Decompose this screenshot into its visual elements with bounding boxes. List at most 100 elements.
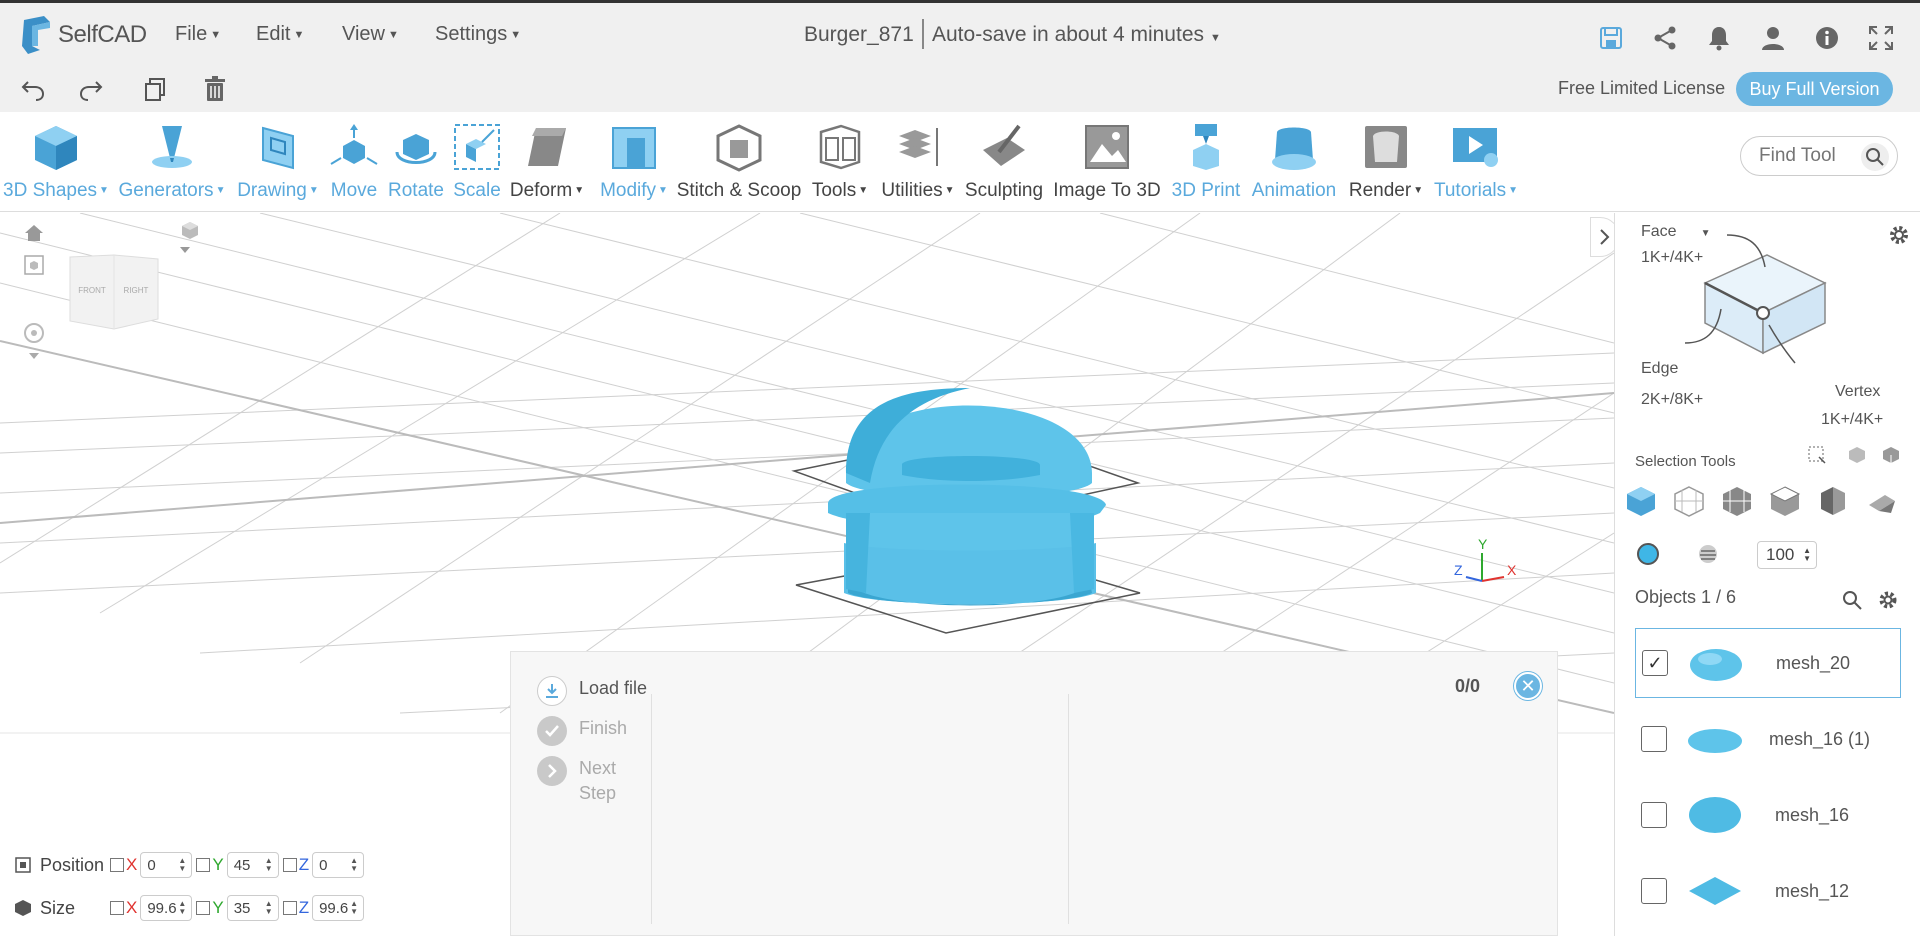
tool-sculpting[interactable]: Sculpting [962, 122, 1046, 202]
tool-move[interactable]: Move [326, 122, 382, 202]
tool-image-to-3d[interactable]: Image To 3D [1050, 122, 1164, 202]
collapse-panel-button[interactable] [1590, 217, 1614, 257]
menu-settings[interactable]: Settings ▼ [435, 23, 521, 46]
tool-stitch-scoop[interactable]: Stitch & Scoop [676, 122, 802, 202]
position-x-checkbox[interactable] [110, 858, 124, 872]
object-item-mesh-16[interactable]: mesh_16 [1635, 780, 1901, 850]
tool-drawing[interactable]: Drawing ▼ [234, 122, 322, 202]
step-next[interactable]: Next Step [537, 756, 629, 806]
camera-view-icon[interactable] [178, 219, 202, 243]
render-icon [1365, 126, 1407, 168]
position-z-input[interactable]: 0 ▲ ▼ [312, 852, 365, 878]
trash-icon[interactable] [202, 76, 228, 102]
bell-icon[interactable] [1706, 25, 1732, 51]
save-icon[interactable] [1598, 25, 1624, 51]
redo-icon[interactable] [78, 76, 104, 102]
spinner-icon: ▲ ▼ [264, 856, 273, 873]
size-y-checkbox[interactable] [196, 901, 211, 915]
menu-file[interactable]: File ▼ [175, 23, 221, 46]
share-icon[interactable] [1652, 25, 1678, 51]
tool-render[interactable]: Render ▼ [1346, 122, 1426, 202]
opacity-input[interactable]: 100 ▲ ▼ [1757, 541, 1817, 569]
drawing-icon [262, 126, 294, 170]
undo-icon[interactable] [20, 76, 46, 102]
user-icon[interactable] [1760, 25, 1786, 51]
object-checkbox[interactable]: ✓ [1642, 650, 1668, 676]
size-y-input[interactable]: 35 ▲ ▼ [226, 895, 279, 921]
search-button[interactable] [1861, 143, 1889, 171]
select-box-icon[interactable] [1881, 445, 1901, 465]
caret-down-icon[interactable] [178, 243, 192, 257]
select-rect-icon[interactable] [1807, 445, 1827, 465]
home-icon[interactable] [22, 221, 46, 245]
object-item-mesh-12[interactable]: mesh_12 [1635, 856, 1901, 926]
view-mode-icon[interactable] [22, 253, 46, 277]
find-tool-input[interactable] [1759, 145, 1859, 167]
step-load-file[interactable]: Load file [537, 676, 647, 706]
select-vertices-icon[interactable] [1817, 485, 1849, 517]
tool-tools[interactable]: Tools ▼ [806, 122, 874, 202]
select-plane-icon[interactable] [1865, 485, 1897, 517]
menu-edit[interactable]: Edit ▼ [256, 23, 304, 46]
caret-down-icon: ▼ [510, 28, 522, 41]
axis-z-label: Z [1454, 562, 1463, 578]
fullscreen-icon[interactable] [1868, 25, 1894, 51]
menu-view[interactable]: View ▼ [342, 23, 399, 46]
copy-icon[interactable] [142, 76, 168, 102]
material-texture-icon[interactable] [1697, 543, 1719, 565]
utilities-icon [899, 128, 938, 166]
position-x-input[interactable]: 0 ▲ ▼ [140, 852, 193, 878]
tool-deform[interactable]: Deform ▼ [506, 122, 588, 202]
info-icon[interactable] [1814, 25, 1840, 51]
close-steps-button[interactable]: ✕ [1514, 672, 1542, 700]
step-finish[interactable]: Finish [537, 716, 627, 746]
size-x-checkbox[interactable] [110, 901, 124, 915]
burger-model[interactable] [828, 388, 1106, 606]
mesh-thumbnail [1690, 649, 1742, 681]
object-item-mesh-16-1[interactable]: mesh_16 (1) [1635, 704, 1901, 774]
tool-3d-print[interactable]: 3D Print [1168, 122, 1244, 202]
object-item-mesh-20[interactable]: ✓ mesh_20 [1635, 628, 1901, 698]
object-checkbox[interactable] [1641, 802, 1667, 828]
menu-edit-label: Edit [256, 23, 291, 45]
position-z-checkbox[interactable] [282, 858, 297, 872]
gear-icon[interactable] [1887, 223, 1911, 247]
select-mesh-icon[interactable] [1673, 485, 1705, 517]
tool-scale[interactable]: Scale [450, 122, 504, 202]
selfcad-logo-icon [22, 16, 50, 54]
object-checkbox[interactable] [1641, 726, 1667, 752]
tool-rotate[interactable]: Rotate [384, 122, 448, 202]
object-checkbox[interactable] [1641, 878, 1667, 904]
tool-3d-shapes[interactable]: 3D Shapes ▼ [2, 122, 110, 202]
position-y-checkbox[interactable] [196, 858, 211, 872]
tool-utilities[interactable]: Utilities ▼ [880, 122, 956, 202]
color-swatch[interactable] [1637, 543, 1659, 565]
size-x-input[interactable]: 99.6 ▲ ▼ [140, 895, 193, 921]
size-y-value: 35 [233, 899, 251, 917]
document-title[interactable]: Burger_871 [804, 23, 914, 47]
position-y-input[interactable]: 45 ▲ ▼ [226, 852, 279, 878]
autosave-dropdown[interactable]: Auto-save in about 4 minutes ▼ [932, 23, 1221, 47]
tool-animation[interactable]: Animation [1248, 122, 1340, 202]
size-z-checkbox[interactable] [282, 901, 297, 915]
select-faces-icon[interactable] [1721, 485, 1753, 517]
tool-label: Animation [1251, 180, 1337, 201]
tool-label: Utilities ▼ [881, 180, 955, 201]
search-icon[interactable] [1841, 589, 1863, 611]
tool-generators[interactable]: Generators ▼ [116, 122, 228, 202]
select-edges-icon[interactable] [1769, 485, 1801, 517]
caret-down-icon[interactable] [27, 349, 41, 363]
selfcad-logo[interactable]: SelfCAD [20, 15, 147, 55]
tool-tutorials[interactable]: Tutorials ▼ [1430, 122, 1522, 202]
find-tool-search[interactable] [1740, 136, 1898, 176]
tool-modify[interactable]: Modify ▼ [594, 122, 674, 202]
select-object-icon[interactable] [1625, 485, 1657, 517]
vertex-count: 1K+/4K+ [1821, 411, 1884, 428]
step-label: Next Step [579, 758, 617, 803]
gear-icon[interactable] [1877, 589, 1899, 611]
navigation-icon[interactable] [22, 321, 46, 345]
view-cube[interactable]: FRONT RIGHT [66, 253, 162, 333]
buy-full-version-button[interactable]: Buy Full Version [1736, 72, 1893, 106]
select-cube-icon[interactable] [1847, 445, 1867, 465]
size-z-input[interactable]: 99.6 ▲ ▼ [312, 895, 365, 921]
